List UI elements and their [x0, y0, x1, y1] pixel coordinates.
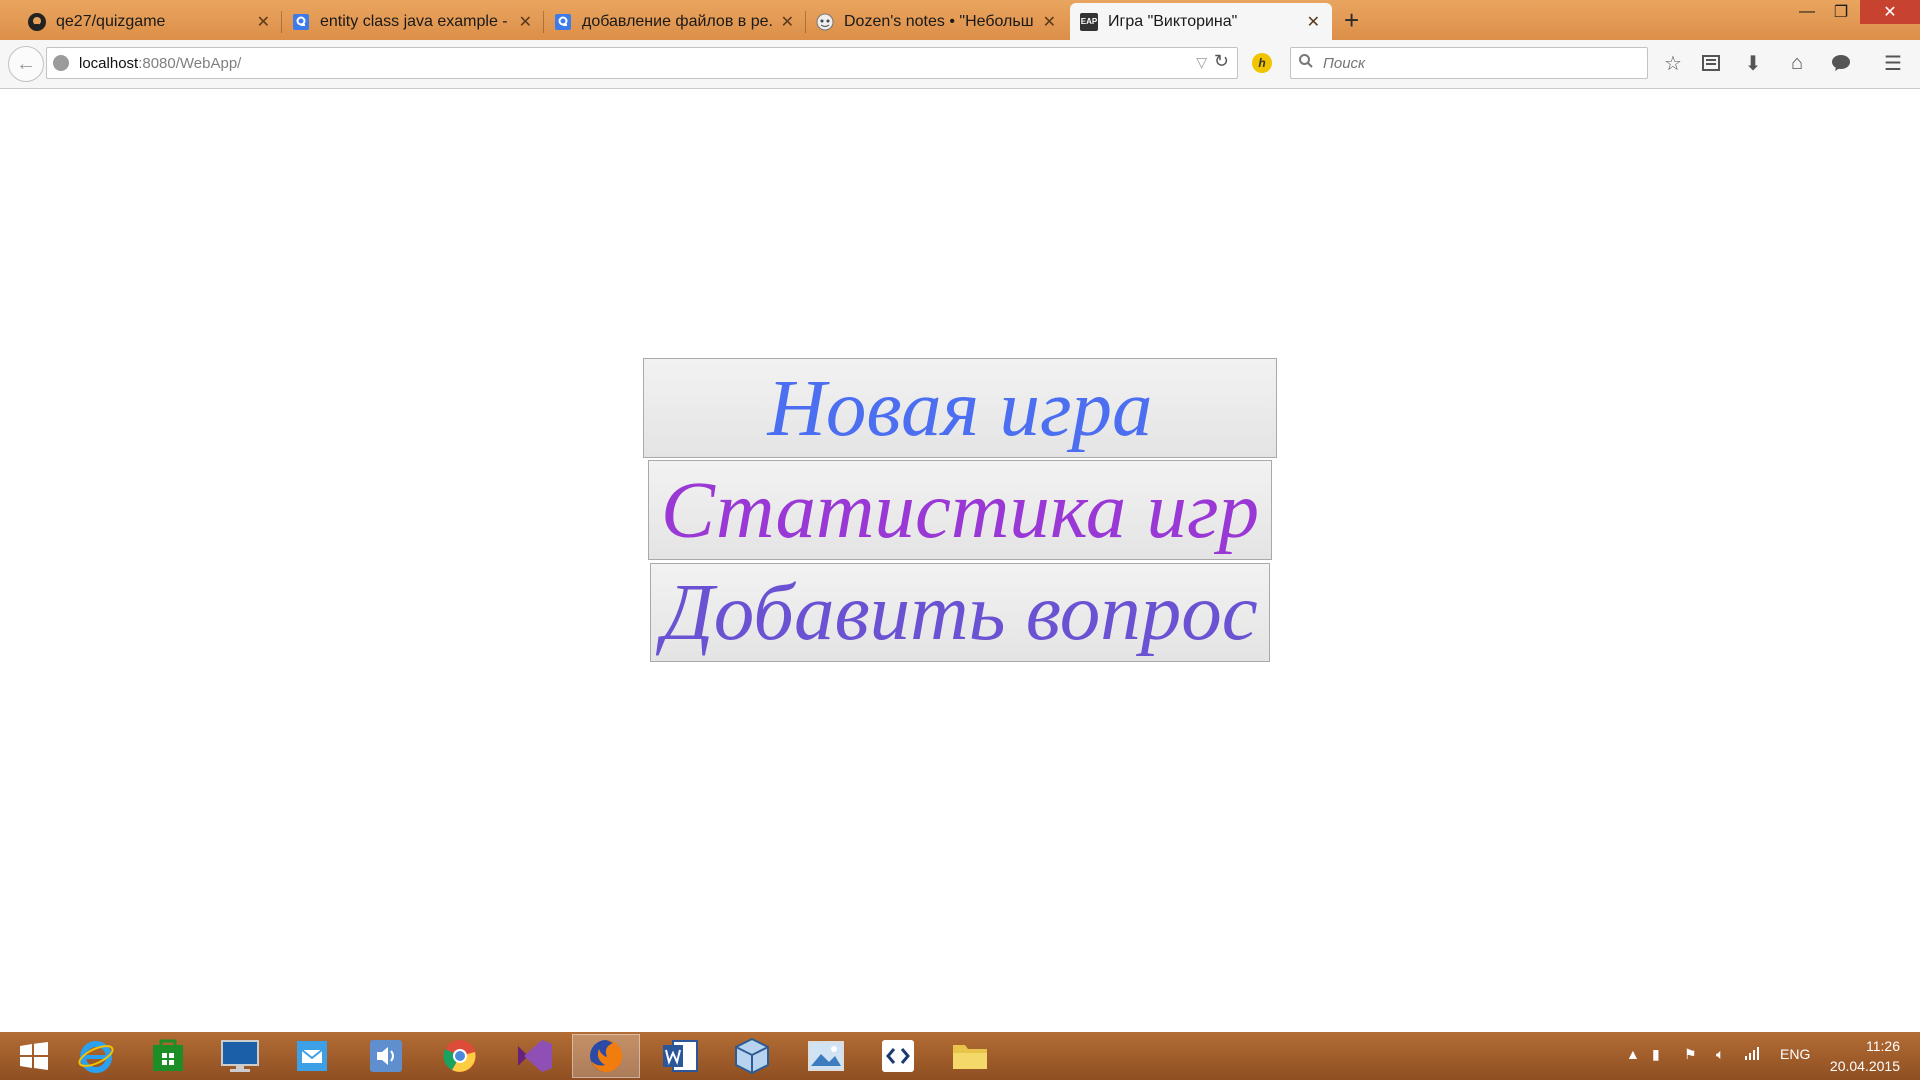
speaker-app-icon[interactable]: [352, 1034, 420, 1078]
eap-icon: EAP: [1080, 12, 1098, 31]
tab-title: Игра "Викторина": [1108, 12, 1238, 30]
close-icon[interactable]: ✕: [1043, 12, 1056, 32]
bookmark-star-icon[interactable]: ☆: [1660, 50, 1686, 76]
photos-icon[interactable]: [792, 1034, 860, 1078]
search-input[interactable]: [1321, 53, 1625, 73]
tumblr-icon: [816, 13, 834, 31]
close-window-button[interactable]: ✕: [1860, 0, 1920, 24]
download-icon[interactable]: ⬇: [1740, 50, 1766, 76]
github-icon: [28, 12, 46, 31]
firefox-icon[interactable]: [572, 1034, 640, 1078]
navigation-bar: ← localhost:8080/WebApp/ ▽ ↻ h ☆ ⬇ ⌂ ☰: [0, 40, 1920, 89]
close-icon[interactable]: ✕: [781, 12, 794, 32]
clock-date: 20.04.2015: [1829, 1058, 1900, 1074]
google-icon: [554, 13, 572, 31]
remote-desktop-icon[interactable]: [206, 1034, 274, 1078]
url-host: localhost: [79, 54, 139, 72]
internet-explorer-icon[interactable]: [62, 1034, 130, 1078]
tab-title: добавление файлов в ре...: [582, 12, 772, 30]
close-icon[interactable]: ✕: [519, 12, 532, 32]
tab-quizgame[interactable]: qe27/quizgame ✕: [18, 3, 282, 40]
back-button[interactable]: ←: [8, 46, 44, 82]
volume-icon[interactable]: 🔈︎: [1716, 1046, 1724, 1063]
tab-title: Dozen's notes • "Небольш...: [844, 12, 1034, 30]
dropdown-icon[interactable]: ▽: [1196, 54, 1207, 71]
virtualbox-icon[interactable]: [718, 1034, 786, 1078]
title-bar: qe27/quizgame ✕ entity class java exampl…: [0, 0, 1920, 40]
arrow-left-icon: ←: [16, 52, 36, 75]
tray-expand-icon[interactable]: ▲: [1626, 1046, 1640, 1062]
chat-icon[interactable]: [1828, 50, 1854, 76]
file-explorer-icon[interactable]: [936, 1034, 1004, 1078]
language-indicator[interactable]: ENG: [1780, 1046, 1810, 1062]
visual-studio-icon[interactable]: [500, 1034, 568, 1078]
chrome-icon[interactable]: [426, 1034, 494, 1078]
tab-dozens-notes[interactable]: Dozen's notes • "Небольш... ✕: [806, 3, 1068, 40]
globe-icon: [53, 55, 69, 71]
url-path: :8080/WebApp/: [138, 54, 242, 72]
new-game-button[interactable]: Новая игра: [643, 358, 1277, 458]
tab-title: qe27/quizgame: [56, 12, 166, 30]
clock-time: 11:26: [1866, 1038, 1900, 1054]
home-icon[interactable]: ⌂: [1784, 50, 1810, 76]
code-editor-icon[interactable]: [864, 1034, 932, 1078]
reload-icon[interactable]: ↻: [1214, 51, 1229, 72]
reading-list-icon[interactable]: [1698, 50, 1724, 76]
taskbar: ▲ ▮ ⚑ 🔈︎ ENG 11:26 20.04.2015: [0, 1032, 1920, 1080]
menu-icon[interactable]: ☰: [1880, 50, 1906, 76]
tab-title: entity class java example - ...: [320, 12, 510, 30]
page-content: Новая игра Статистика игр Добавить вопро…: [0, 89, 1920, 1032]
battery-icon[interactable]: ▮: [1652, 1046, 1660, 1063]
action-center-icon[interactable]: ⚑: [1684, 1046, 1697, 1063]
google-icon: [292, 13, 310, 31]
clock[interactable]: 11:26 20.04.2015: [1830, 1036, 1900, 1076]
search-icon: [1299, 54, 1313, 72]
word-icon[interactable]: [646, 1034, 714, 1078]
network-signal-icon[interactable]: [1744, 1046, 1760, 1063]
store-icon[interactable]: [134, 1034, 202, 1078]
statistics-label: Статистика игр: [660, 464, 1260, 555]
new-tab-button[interactable]: +: [1344, 5, 1359, 36]
tab-quiz-game[interactable]: EAP Игра "Викторина" ✕: [1070, 3, 1332, 40]
tab-adding-files[interactable]: добавление файлов в ре... ✕: [544, 3, 806, 40]
new-game-label: Новая игра: [767, 362, 1153, 453]
hover-addon-icon[interactable]: h: [1252, 53, 1272, 73]
search-box[interactable]: [1290, 47, 1648, 79]
tab-entity-class[interactable]: entity class java example - ... ✕: [282, 3, 544, 40]
close-icon[interactable]: ✕: [1307, 12, 1320, 32]
maximize-button[interactable]: ❐: [1818, 0, 1864, 24]
mail-icon[interactable]: [278, 1034, 346, 1078]
close-icon[interactable]: ✕: [257, 12, 270, 32]
address-bar[interactable]: localhost:8080/WebApp/ ▽ ↻: [46, 47, 1238, 79]
add-question-button[interactable]: Добавить вопрос: [650, 563, 1270, 662]
statistics-button[interactable]: Статистика игр: [648, 460, 1272, 560]
add-question-label: Добавить вопрос: [662, 567, 1258, 657]
windows-start-icon[interactable]: [0, 1034, 68, 1078]
